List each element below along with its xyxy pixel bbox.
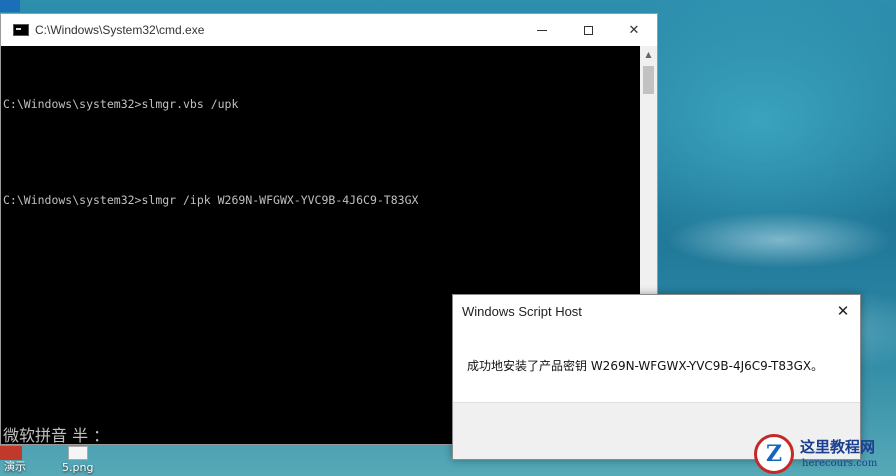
scroll-thumb[interactable] <box>643 66 654 94</box>
maximize-button[interactable] <box>565 14 611 46</box>
close-button[interactable]: ✕ <box>611 14 657 46</box>
desktop-icon-label[interactable]: 演示 <box>4 458 26 474</box>
cmd-app-icon <box>13 24 29 36</box>
desktop-icon-image[interactable] <box>68 446 88 460</box>
ime-status: 微软拼音 半 ： <box>3 426 110 445</box>
watermark-site: herecours.com <box>802 458 878 469</box>
window-controls: ✕ <box>519 14 657 46</box>
cmd-title: C:\Windows\System32\cmd.exe <box>35 23 205 37</box>
dialog-message: 成功地安装了产品密钥 W269N-WFGWX-YVC9B-4J6C9-T83GX… <box>467 359 824 373</box>
watermark: Z 这里教程网 herecours.com <box>740 430 896 476</box>
dialog-close-button[interactable]: ✕ <box>826 295 860 327</box>
minimize-button[interactable] <box>519 14 565 46</box>
close-icon: ✕ <box>628 22 640 38</box>
desktop-icon[interactable] <box>0 0 20 12</box>
watermark-title: 这里教程网 <box>800 438 876 456</box>
close-icon: ✕ <box>836 302 850 320</box>
minimize-icon <box>537 29 547 31</box>
cmd-titlebar[interactable]: C:\Windows\System32\cmd.exe ✕ <box>1 14 657 46</box>
maximize-icon <box>583 25 593 35</box>
dialog-title: Windows Script Host <box>462 304 582 319</box>
console-line: C:\Windows\system32>slmgr.vbs /upk <box>3 97 239 111</box>
console-line: C:\Windows\system32>slmgr /ipk W269N-WFG… <box>3 193 419 207</box>
desktop: C:\Windows\System32\cmd.exe ✕ C:\Windows… <box>0 0 896 476</box>
watermark-logo-icon: Z <box>754 434 794 474</box>
desktop-icon-label[interactable]: 5.png <box>62 461 93 474</box>
scroll-up-icon[interactable]: ▲ <box>640 46 657 63</box>
